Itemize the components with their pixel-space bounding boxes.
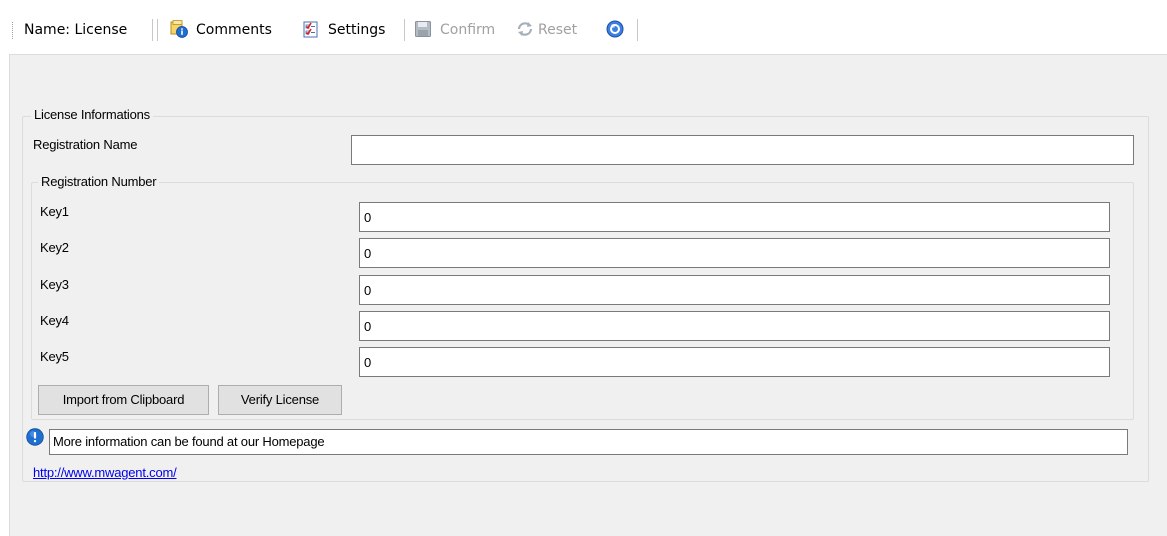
registration-name-label: Registration Name: [33, 137, 138, 152]
key4-input[interactable]: 0: [359, 311, 1110, 341]
comments-label: Comments: [196, 22, 272, 38]
toolbar-separator: [157, 19, 158, 41]
settings-label: Settings: [328, 22, 386, 38]
confirm-label: Confirm: [440, 22, 496, 38]
import-from-clipboard-button[interactable]: Import from Clipboard: [38, 385, 209, 415]
toolbar-separator: [637, 19, 638, 41]
key3-label: Key3: [40, 277, 69, 292]
toolbar: Name: License Comments Settings Confirm …: [0, 0, 1167, 54]
key2-label: Key2: [40, 240, 69, 255]
toolbar-separator: [404, 19, 405, 41]
comments-icon: [170, 20, 188, 38]
info-text-field: More information can be found at our Hom…: [49, 429, 1128, 455]
key2-input[interactable]: 0: [359, 238, 1110, 268]
name-label: Name: License: [24, 22, 128, 38]
settings-icon: [303, 21, 318, 38]
toolbar-grip[interactable]: [12, 22, 15, 39]
help-icon[interactable]: [606, 20, 624, 38]
key5-input[interactable]: 0: [359, 347, 1110, 377]
toolbar-separator: [152, 19, 153, 41]
homepage-link[interactable]: http://www.mwagent.com/: [33, 465, 177, 481]
registration-number-title: Registration Number: [38, 174, 160, 190]
info-icon: [26, 428, 44, 446]
license-informations-title: License Informations: [31, 107, 153, 123]
reset-icon: [517, 22, 533, 36]
save-icon: [415, 21, 431, 37]
key1-input[interactable]: 0: [359, 202, 1110, 232]
key1-label: Key1: [40, 204, 69, 219]
key4-label: Key4: [40, 313, 69, 328]
key3-input[interactable]: 0: [359, 275, 1110, 305]
registration-name-input[interactable]: [351, 135, 1134, 165]
key5-label: Key5: [40, 349, 69, 364]
verify-license-button[interactable]: Verify License: [218, 385, 342, 415]
reset-label: Reset: [538, 22, 578, 38]
license-panel: License Informations Registration Name R…: [9, 54, 1167, 536]
